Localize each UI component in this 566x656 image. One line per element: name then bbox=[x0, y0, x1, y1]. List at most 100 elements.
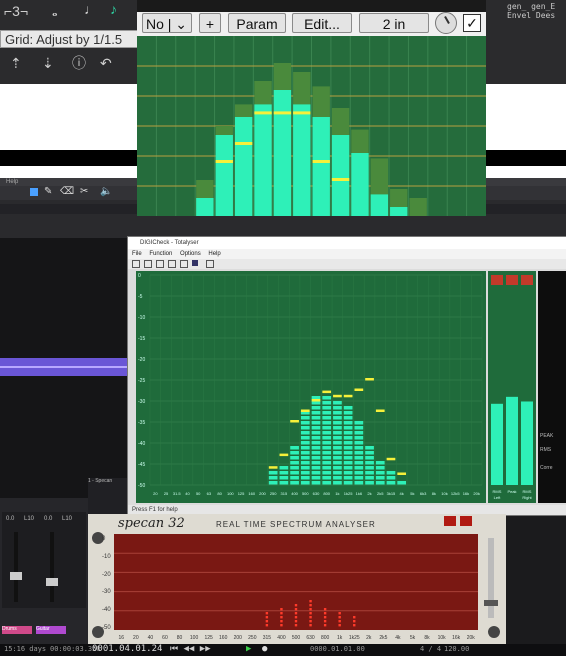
position-text: 0001.04.01.24 bbox=[92, 644, 163, 654]
spectrum-dot bbox=[353, 616, 356, 619]
preset-select[interactable]: No | ⌄ bbox=[142, 13, 192, 33]
spectrum-bar bbox=[375, 471, 385, 475]
peak-marker bbox=[333, 394, 342, 398]
pencil-tool-icon[interactable]: ✎ bbox=[44, 186, 52, 197]
hold-led-icon[interactable] bbox=[460, 516, 472, 526]
volume-knob-icon[interactable] bbox=[435, 12, 457, 34]
peak-led-icon[interactable] bbox=[444, 516, 456, 526]
record-icon[interactable]: ● bbox=[262, 644, 267, 654]
specan-title: REAL TIME SPECTRUM ANALYSER bbox=[216, 520, 376, 529]
fader-track bbox=[50, 532, 54, 602]
spectrum-bar bbox=[311, 481, 321, 485]
peak-marker bbox=[322, 390, 332, 394]
input-button[interactable]: 2 in bbox=[359, 13, 429, 33]
speaker-tool-icon[interactable]: 🔈 bbox=[100, 186, 112, 197]
y-tick-label: -20 bbox=[138, 357, 145, 363]
x-tick-label: 1k bbox=[337, 635, 343, 641]
y-tick-label: -5 bbox=[138, 294, 143, 300]
meter-label: RMS bbox=[493, 489, 502, 494]
menu-file[interactable]: File bbox=[132, 251, 142, 257]
menu-function[interactable]: Function bbox=[149, 251, 172, 257]
clip-led bbox=[491, 275, 503, 285]
x-tick-label: 10k bbox=[441, 491, 447, 496]
menu-options[interactable]: Options bbox=[180, 251, 201, 257]
plugin-spectrum-svg bbox=[137, 36, 486, 217]
peak-marker bbox=[397, 472, 407, 475]
gain-slider-handle[interactable] bbox=[484, 600, 498, 606]
spectrum-bar bbox=[300, 476, 310, 480]
half-note-icon[interactable]: ♩ bbox=[84, 2, 98, 16]
spectrum-dot bbox=[338, 624, 341, 627]
x-tick-label: 200 bbox=[259, 491, 266, 496]
mixer-value: 0.0 bbox=[44, 516, 53, 522]
status-text: Press F1 for help bbox=[132, 507, 178, 513]
enable-checkbox[interactable]: ✓ bbox=[463, 14, 481, 32]
x-tick-label: 4k bbox=[400, 491, 404, 496]
param-button[interactable]: Param bbox=[228, 13, 286, 33]
y-tick-label: -45 bbox=[138, 462, 145, 468]
pointer-tool-icon[interactable] bbox=[30, 188, 38, 196]
upload-icon[interactable]: ⇡ bbox=[10, 56, 22, 70]
spectrum-dot bbox=[294, 604, 298, 607]
spectrum-bar bbox=[293, 104, 311, 216]
x-tick-label: 5k bbox=[410, 491, 414, 496]
info-icon[interactable]: ⓘ bbox=[72, 56, 86, 70]
play-icon[interactable]: ▶ bbox=[246, 644, 251, 654]
channel-name[interactable]: Guitar bbox=[36, 626, 66, 634]
spectrum-bar bbox=[311, 436, 321, 440]
x-tick-label: 630 bbox=[313, 491, 320, 496]
spectrum-bar bbox=[343, 461, 353, 465]
reset-icon[interactable] bbox=[156, 260, 164, 268]
transport-rewind-icon[interactable]: ⏮ ◀◀ ▶▶ bbox=[170, 644, 211, 654]
spectrum-bar bbox=[290, 471, 299, 475]
mixer-value: L10 bbox=[24, 516, 35, 522]
spectrum-bar bbox=[273, 90, 292, 216]
x-tick-label: 2k5 bbox=[377, 491, 384, 496]
spectrum-bar bbox=[322, 436, 332, 440]
spectrum-bar bbox=[370, 194, 389, 216]
x-tick-label: 315 bbox=[263, 635, 272, 641]
undo-icon[interactable]: ↶ bbox=[100, 56, 112, 70]
view-icon[interactable] bbox=[180, 260, 188, 268]
mode-icon[interactable] bbox=[192, 260, 198, 266]
whole-note-icon[interactable]: 𝅝 bbox=[52, 4, 58, 18]
fader-handle[interactable] bbox=[46, 578, 58, 586]
spectrum-dot bbox=[309, 612, 312, 615]
triplet-icon[interactable]: ⌐3¬ bbox=[4, 4, 28, 18]
eraser-tool-icon[interactable]: ⌫ bbox=[60, 186, 74, 197]
peak-marker bbox=[279, 453, 289, 457]
spectrum-dot bbox=[265, 624, 269, 627]
spectrum-bar bbox=[312, 117, 330, 216]
save-icon[interactable] bbox=[144, 260, 152, 268]
channel-name[interactable]: 1 - Specan bbox=[88, 478, 112, 484]
edit-button[interactable]: Edit... bbox=[292, 13, 352, 33]
spectrum-bar bbox=[300, 461, 310, 465]
x-tick-label: 40 bbox=[185, 491, 190, 496]
spectrum-dot bbox=[323, 612, 327, 615]
spectrum-bar bbox=[365, 471, 374, 475]
spectrum-bar bbox=[300, 431, 310, 435]
specan-x-axis: 16 20 40 60 80 100 125 160 200 250 315 400 500 630 800… bbox=[118, 635, 475, 641]
x-tick-label: 31.5 bbox=[173, 491, 182, 496]
totalyser-graph: 0 -5 -10 -15 -20 -25 -30 -35 -40 -45 -50 20 25 31.5 40… bbox=[136, 271, 486, 503]
menu-help[interactable]: Help bbox=[208, 251, 220, 257]
tempo-text: 120.00 bbox=[444, 645, 470, 653]
peak-marker bbox=[234, 142, 253, 145]
help-icon[interactable] bbox=[206, 260, 214, 268]
quarter-note-icon[interactable]: ♪ bbox=[110, 2, 117, 16]
settings-icon[interactable] bbox=[168, 260, 176, 268]
spectrum-dot bbox=[323, 616, 327, 619]
spectrum-bar bbox=[333, 471, 342, 475]
spectrum-bar bbox=[343, 416, 353, 420]
channel-name[interactable]: Drums bbox=[2, 626, 32, 634]
add-preset-button[interactable]: + bbox=[199, 13, 221, 33]
meter-label: RMS bbox=[523, 489, 532, 494]
spectrum-bar bbox=[215, 135, 233, 216]
download-icon[interactable]: ⇣ bbox=[42, 56, 54, 70]
spectrum-bar bbox=[196, 198, 214, 216]
x-tick-label: 200 bbox=[234, 635, 243, 641]
spectrum-bar bbox=[311, 416, 321, 420]
split-tool-icon[interactable]: ✂ bbox=[80, 186, 88, 197]
open-icon[interactable] bbox=[132, 260, 140, 268]
fader-handle[interactable] bbox=[10, 572, 22, 580]
